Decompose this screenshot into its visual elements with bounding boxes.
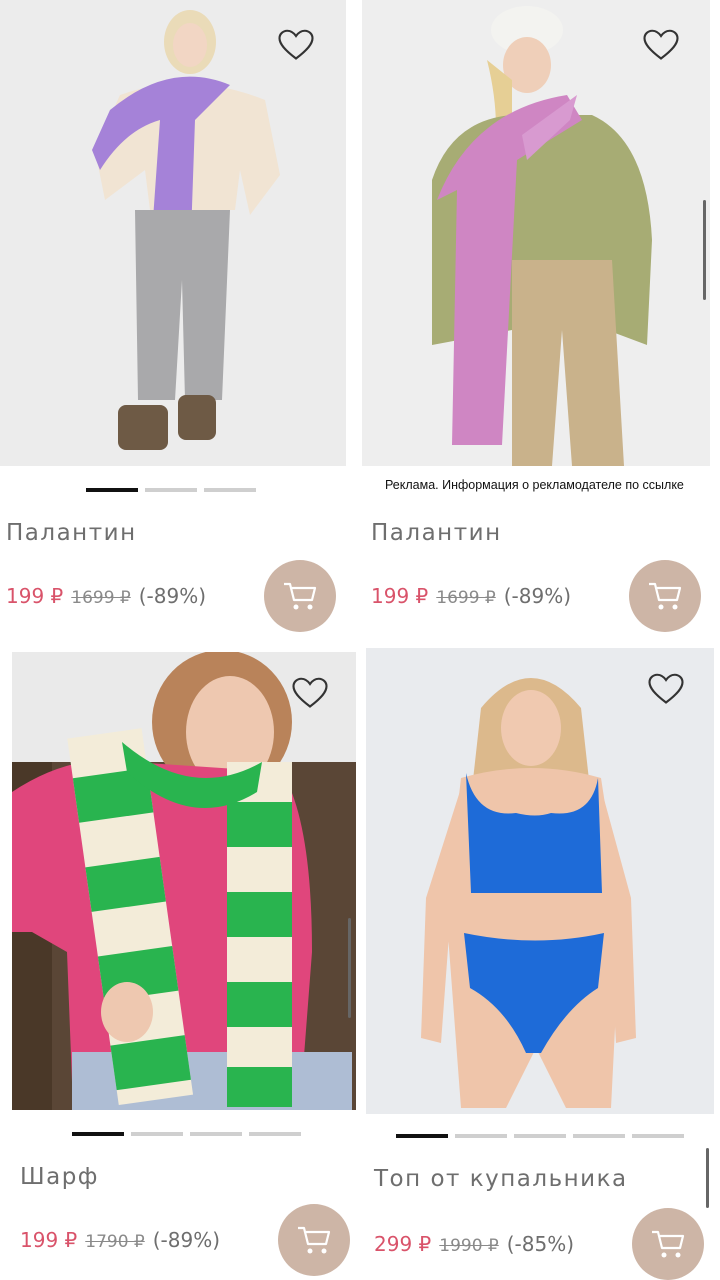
model-in-blue-swimsuit-image bbox=[366, 648, 714, 1114]
product-card[interactable]: Реклама. Информация о рекламодателе по с… bbox=[362, 0, 720, 650]
product-photo[interactable] bbox=[12, 652, 356, 1110]
price-current: 299 ₽ bbox=[374, 1232, 432, 1256]
pagination-dot[interactable] bbox=[131, 1132, 183, 1136]
pagination-dot[interactable] bbox=[514, 1134, 566, 1138]
price-row: 199 ₽ 1790 ₽ (-89%) bbox=[20, 1228, 220, 1252]
pagination-dot[interactable] bbox=[145, 488, 197, 492]
model-in-purple-scarf-image bbox=[0, 0, 346, 466]
model-in-striped-scarf-image bbox=[12, 652, 356, 1110]
pagination-dot[interactable] bbox=[249, 1132, 301, 1136]
product-card[interactable]: Топ от купальника 299 ₽ 1990 ₽ (-85%) bbox=[366, 648, 720, 1280]
add-to-cart-button[interactable] bbox=[278, 1204, 350, 1276]
product-card[interactable]: Шарф 199 ₽ 1790 ₽ (-89%) bbox=[12, 652, 358, 1280]
scrollbar[interactable] bbox=[703, 200, 706, 300]
discount-badge: (-89%) bbox=[138, 584, 207, 608]
product-grid-page: Палантин 199 ₽ 1699 ₽ (-89%) Реклама. Ин… bbox=[0, 0, 720, 1280]
pagination-dot[interactable] bbox=[204, 488, 256, 492]
add-to-cart-button[interactable] bbox=[629, 560, 701, 632]
heart-icon[interactable] bbox=[648, 672, 684, 706]
price-current: 199 ₽ bbox=[20, 1228, 78, 1252]
price-old: 1699 ₽ bbox=[436, 588, 496, 608]
product-photo[interactable] bbox=[366, 648, 714, 1114]
product-photo[interactable] bbox=[0, 0, 346, 466]
price-old: 1699 ₽ bbox=[71, 588, 131, 608]
cart-icon bbox=[284, 582, 317, 610]
image-pagination bbox=[86, 488, 256, 492]
price-old: 1990 ₽ bbox=[439, 1236, 499, 1256]
price-current: 199 ₽ bbox=[371, 584, 429, 608]
pagination-dot[interactable] bbox=[396, 1134, 448, 1138]
pagination-dot[interactable] bbox=[632, 1134, 684, 1138]
model-in-pink-scarf-image bbox=[362, 0, 710, 466]
cart-icon bbox=[298, 1226, 331, 1254]
add-to-cart-button[interactable] bbox=[264, 560, 336, 632]
cart-icon bbox=[649, 582, 682, 610]
pagination-dot[interactable] bbox=[86, 488, 138, 492]
product-photo[interactable] bbox=[362, 0, 710, 466]
price-current: 199 ₽ bbox=[6, 584, 64, 608]
heart-icon[interactable] bbox=[643, 28, 679, 62]
pagination-dot[interactable] bbox=[573, 1134, 625, 1138]
ad-disclaimer[interactable]: Реклама. Информация о рекламодателе по с… bbox=[385, 478, 684, 492]
discount-badge: (-89%) bbox=[152, 1228, 221, 1252]
price-row: 199 ₽ 1699 ₽ (-89%) bbox=[6, 584, 206, 608]
price-old: 1790 ₽ bbox=[85, 1232, 145, 1252]
image-pagination bbox=[396, 1134, 684, 1138]
product-name[interactable]: Палантин bbox=[371, 520, 502, 546]
price-row: 299 ₽ 1990 ₽ (-85%) bbox=[374, 1232, 574, 1256]
image-pagination bbox=[72, 1132, 301, 1136]
pagination-dot[interactable] bbox=[72, 1132, 124, 1136]
heart-icon[interactable] bbox=[292, 676, 328, 710]
heart-icon[interactable] bbox=[278, 28, 314, 62]
price-row: 199 ₽ 1699 ₽ (-89%) bbox=[371, 584, 571, 608]
product-name[interactable]: Шарф bbox=[20, 1164, 99, 1190]
pagination-dot[interactable] bbox=[455, 1134, 507, 1138]
scrollbar[interactable] bbox=[348, 918, 351, 1018]
add-to-cart-button[interactable] bbox=[632, 1208, 704, 1280]
discount-badge: (-89%) bbox=[503, 584, 572, 608]
product-name[interactable]: Топ от купальника bbox=[374, 1166, 628, 1192]
discount-badge: (-85%) bbox=[506, 1232, 575, 1256]
cart-icon bbox=[652, 1230, 685, 1258]
product-name[interactable]: Палантин bbox=[6, 520, 137, 546]
scrollbar[interactable] bbox=[706, 1148, 709, 1208]
pagination-dot[interactable] bbox=[190, 1132, 242, 1136]
product-card[interactable]: Палантин 199 ₽ 1699 ₽ (-89%) bbox=[0, 0, 352, 650]
